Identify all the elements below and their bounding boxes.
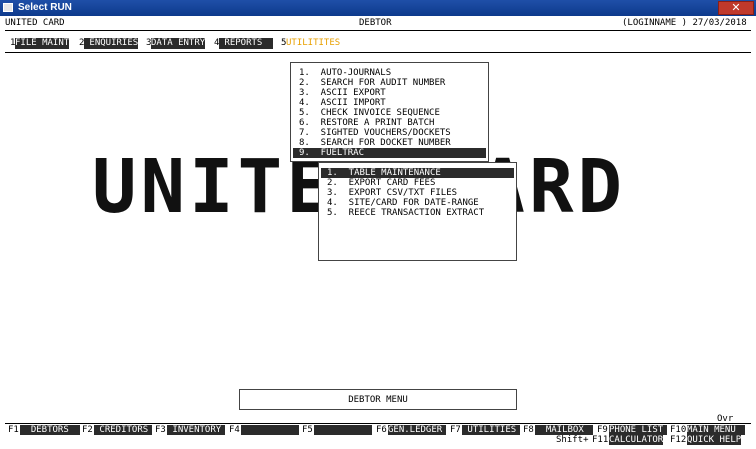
fkey-label-f7: F7 [450, 425, 461, 435]
fkey-label-f8: F8 [523, 425, 534, 435]
utilities-menu-item[interactable]: 4. ASCII IMPORT [299, 98, 487, 108]
utilities-menu-item[interactable]: 1. AUTO-JOURNALS [299, 68, 487, 78]
status-text: DEBTOR MENU [348, 395, 408, 405]
terminal-window: Select RUN ✕ UNITED CARD DEBTOR (LOGINNA… [0, 0, 756, 449]
shift-fkey-button-f12[interactable]: QUICK HELP [687, 435, 742, 445]
shift-label: Shift+ [556, 435, 589, 445]
utilities-menu: 1. AUTO-JOURNALS 2. SEARCH FOR AUDIT NUMB… [290, 62, 489, 162]
shift-fkey-label-f12: F12 [670, 435, 687, 445]
fueltrac-menu-item[interactable]: 5. REECE TRANSACTION EXTRACT [327, 208, 515, 218]
menu-item-3[interactable]: DATA ENTRY [151, 38, 206, 49]
fkey-button-f6[interactable]: GEN.LEDGER [388, 425, 446, 435]
fueltrac-menu-item[interactable]: 4. SITE/CARD FOR DATE-RANGE [327, 198, 515, 208]
fueltrac-menu-item[interactable]: 2. EXPORT CARD FEES [327, 178, 515, 188]
fkey-button-f4[interactable] [241, 425, 299, 435]
close-button[interactable]: ✕ [718, 1, 754, 15]
menu-item-1[interactable]: FILE MAINT [15, 38, 70, 49]
shift-fkey-button-f11[interactable]: CALCULATOR [609, 435, 664, 445]
fueltrac-menu-item[interactable]: 3. EXPORT CSV/TXT FILES [327, 188, 515, 198]
window-title: Select RUN [18, 2, 72, 13]
menu-item-2[interactable]: ENQUIRIES [84, 38, 139, 49]
fkey-button-f10[interactable]: MAIN MENU [687, 425, 745, 435]
fkey-label-f6: F6 [376, 425, 387, 435]
fkey-label-f3: F3 [155, 425, 166, 435]
fkey-button-f7[interactable]: UTILITIES [462, 425, 520, 435]
fueltrac-menu-item[interactable]: 1. TABLE MAINTENANCE [321, 168, 514, 178]
fkey-button-f3[interactable]: INVENTORY [167, 425, 225, 435]
fkey-label-f4: F4 [229, 425, 240, 435]
utilities-menu-item[interactable]: 8. SEARCH FOR DOCKET NUMBER [299, 138, 487, 148]
company-name: UNITED CARD [5, 18, 65, 28]
menu-item-5[interactable]: UTILITITES [286, 38, 340, 49]
footer-divider [5, 423, 751, 424]
menubar-divider [5, 52, 751, 53]
fkey-button-f5[interactable] [314, 425, 372, 435]
app-icon [3, 3, 13, 12]
fkey-label-f1: F1 [8, 425, 19, 435]
utilities-menu-item[interactable]: 7. SIGHTED VOUCHERS/DOCKETS [299, 128, 487, 138]
fkey-label-f10: F10 [670, 425, 687, 435]
module-name: DEBTOR [359, 18, 392, 28]
menu-item-4[interactable]: REPORTS [219, 38, 274, 49]
utilities-menu-item[interactable]: 6. RESTORE A PRINT BATCH [299, 118, 487, 128]
fkey-label-f9: F9 [597, 425, 608, 435]
header-divider [5, 30, 751, 31]
utilities-menu-item[interactable]: 5. CHECK INVOICE SEQUENCE [299, 108, 487, 118]
shift-fkey-label-f11: F11 [592, 435, 609, 445]
fkey-label-f5: F5 [302, 425, 313, 435]
fkey-button-f9[interactable]: PHONE LIST [609, 425, 667, 435]
fkey-button-f1[interactable]: DEBTORS [20, 425, 80, 435]
fkey-button-f2[interactable]: CREDITORS [94, 425, 152, 435]
fkey-button-f8[interactable]: MAILBOX [535, 425, 593, 435]
utilities-menu-item[interactable]: 3. ASCII EXPORT [299, 88, 487, 98]
utilities-menu-item[interactable]: 9. FUELTRAC [293, 148, 486, 158]
fueltrac-submenu: 1. TABLE MAINTENANCE 2. EXPORT CARD FEES 3… [318, 162, 517, 261]
status-box: DEBTOR MENU [239, 389, 517, 410]
utilities-menu-item[interactable]: 2. SEARCH FOR AUDIT NUMBER [299, 78, 487, 88]
login-date: (LOGINNAME ) 27/03/2018 [622, 18, 747, 28]
fkey-label-f2: F2 [82, 425, 93, 435]
title-bar: Select RUN ✕ [0, 0, 756, 16]
